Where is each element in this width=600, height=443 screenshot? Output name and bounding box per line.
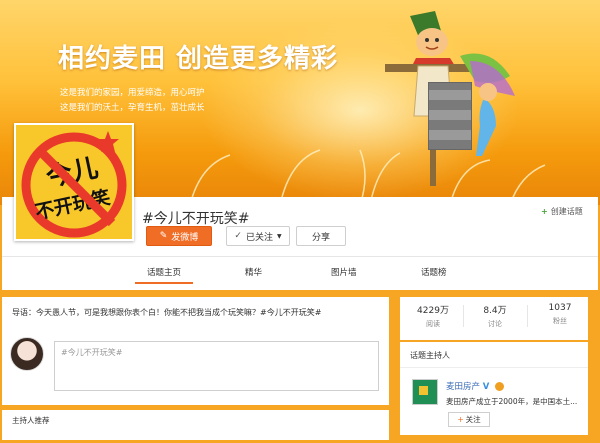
svg-text:不开玩笑: 不开玩笑 (33, 185, 112, 223)
no-joke-logo: 今儿 不开玩笑 (21, 131, 127, 238)
create-topic-label: 创建话题 (550, 207, 583, 216)
tab-topic-home[interactable]: 话题主页 (134, 266, 194, 284)
share-button[interactable]: 分享 (296, 226, 346, 246)
stat-reads-label: 阅读 (426, 320, 440, 328)
post-composer-input[interactable]: #今儿不开玩笑# (54, 341, 379, 391)
host-logo[interactable] (412, 379, 438, 405)
stat-fans-value: 1037 (548, 303, 572, 313)
stat-separator (527, 305, 528, 327)
stat-reads: 4229万 阅读 (405, 303, 461, 329)
followed-label: 已关注 (245, 232, 273, 243)
tab-highlights[interactable]: 精华 (245, 266, 262, 278)
tab-photo-wall[interactable]: 图片墙 (331, 266, 357, 278)
stat-fans-label: 粉丝 (553, 317, 567, 325)
topic-guide-text: 导语：今天愚人节，可是我想跟你表个白！你能不把我当成个玩笑嘛？#今儿不开玩笑# (12, 308, 322, 317)
followed-button[interactable]: ✓ 已关注 ▼ (226, 226, 290, 246)
tabs-divider (2, 256, 598, 257)
topic-avatar: 今儿 不开玩笑 (16, 125, 132, 239)
verified-icon: V (482, 382, 490, 392)
host-recommend-card (2, 410, 389, 440)
banner-subtitle-line2: 这是我们的沃土，孕育生机，茁壮成长 (60, 103, 205, 113)
host-description: 麦田房产成立于2000年，是中国本土... (446, 397, 578, 406)
follow-host-label: 关注 (465, 415, 481, 424)
stat-separator (463, 305, 464, 327)
stat-discussions: 8.4万 讨论 (467, 303, 523, 329)
topic-avatar-frame: 今儿 不开玩笑 (14, 123, 134, 241)
plus-icon: + (457, 415, 464, 424)
stat-reads-value: 4229万 (417, 306, 449, 316)
host-card-title: 话题主持人 (410, 351, 450, 360)
user-avatar[interactable] (10, 337, 44, 371)
stat-discussions-label: 讨论 (488, 320, 502, 328)
post-weibo-button[interactable]: ✎ 发微博 (146, 226, 212, 246)
host-recommend-heading: 主持人推荐 (12, 416, 50, 425)
tab-topic-ranking[interactable]: 话题榜 (421, 266, 447, 278)
create-topic-link[interactable]: + 创建话题 (541, 206, 583, 217)
check-icon: ✓ (234, 231, 242, 241)
smiley-icon (495, 382, 505, 391)
host-divider (400, 367, 588, 368)
topic-title: #今儿不开玩笑# (142, 211, 250, 227)
caret-down-icon: ▼ (276, 232, 282, 240)
post-weibo-label: 发微博 (171, 232, 199, 243)
follow-host-button[interactable]: + 关注 (448, 412, 490, 427)
stat-fans: 1037 粉丝 (532, 303, 588, 326)
edit-icon: ✎ (159, 231, 168, 241)
plus-icon: + (541, 207, 548, 216)
host-name[interactable]: 麦田房产 V (446, 380, 505, 392)
banner-subtitle-line1: 这是我们的家园，用爱缔造，用心呵护 (60, 88, 205, 98)
maitian-logo-icon (416, 383, 434, 401)
host-name-text: 麦田房产 (446, 382, 481, 392)
stat-discussions-value: 8.4万 (483, 306, 507, 316)
banner-title: 相约麦田 创造更多精彩 (58, 44, 339, 74)
